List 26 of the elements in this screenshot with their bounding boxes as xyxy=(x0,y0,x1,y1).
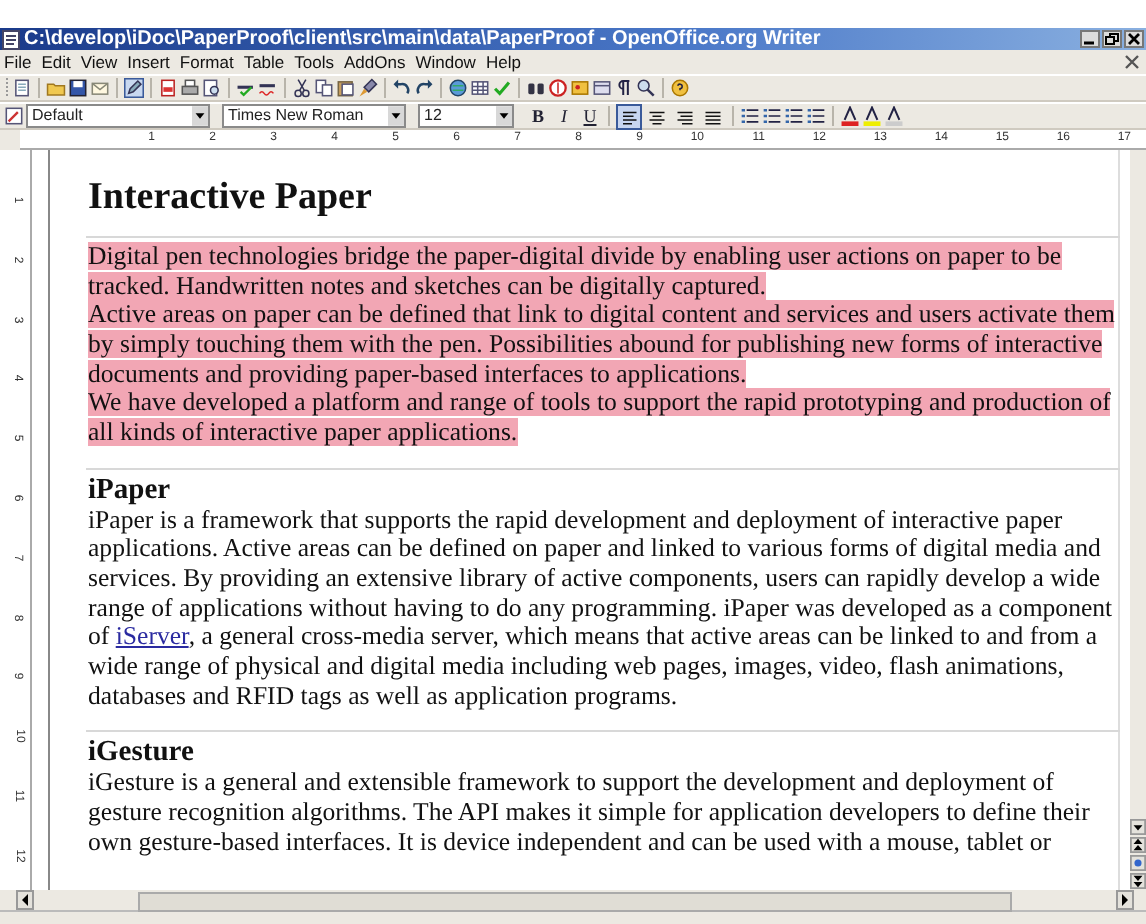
paragraph: iGesture is a general and extensible framework to support the development and deployment of gesture recognition algorithms. The API makes it simple for application developers to define their own gesture-based interfaces. It is device independent and can be used with a mouse, tablet or xyxy=(88,768,1092,857)
menu-item[interactable]: Edit xyxy=(41,51,71,73)
paragraph: Active areas on paper can be defined that link to digital content and services and users activate them by simply touching them with the pen. Possibilities abound for publishing new forms of interactive documents and providing paper-based interfaces to applications. xyxy=(88,300,1117,389)
menu-item[interactable]: Table xyxy=(243,51,285,73)
menu-item[interactable]: File xyxy=(4,51,32,73)
italic-button[interactable]: I xyxy=(554,106,574,126)
paragraph-style-dropdown[interactable]: Default xyxy=(26,104,210,128)
section-heading: iGesture xyxy=(88,736,196,769)
menu-item[interactable]: Tools xyxy=(294,51,334,73)
bold-button[interactable]: B xyxy=(528,106,548,126)
menu-item[interactable]: View xyxy=(80,51,118,73)
font-name-dropdown[interactable]: Times New Roman xyxy=(222,104,406,128)
section-heading: iPaper xyxy=(88,473,173,506)
document-title: Interactive Paper xyxy=(88,178,374,218)
paragraph: Digital pen technologies bridge the paper-digital divide by enabling user actions on paper to be tracked. Handwritten notes and sketches can be digitally captured. xyxy=(88,242,1064,301)
menu-item[interactable]: Format xyxy=(179,51,234,73)
paragraph: We have developed a platform and range of tools to support the rapid prototyping and production of all kinds of interactive paper applications. xyxy=(88,388,1113,448)
menu-item[interactable]: AddOns xyxy=(344,51,406,73)
menu-item[interactable]: Help xyxy=(485,51,521,73)
window-title: C:\develop\iDoc\PaperProof\client\src\main\data\PaperProof - OpenOffice.org Writer xyxy=(24,28,823,50)
paragraph: iPaper is a framework that supports the rapid development and deployment of interactive paper applications. Active areas can be defined on paper and linked to various forms of digital media and services. By providing an extensive library of active components, users can rapidly develop a wide range of applications without having to do any programming. iPaper was developed as a component of iServer, a general cross-media server, which means that active areas can be linked to and from a wide range of physical and digital media including web pages, images, video, flash animations, databases and RFID tags as well as application programs. xyxy=(88,505,1115,711)
menu-item[interactable]: Window xyxy=(415,51,476,73)
underline-button[interactable]: U xyxy=(580,106,600,126)
font-size-dropdown[interactable]: 12 xyxy=(418,104,514,128)
menu-item[interactable]: Insert xyxy=(127,51,170,73)
link[interactable]: iServer xyxy=(115,622,189,651)
